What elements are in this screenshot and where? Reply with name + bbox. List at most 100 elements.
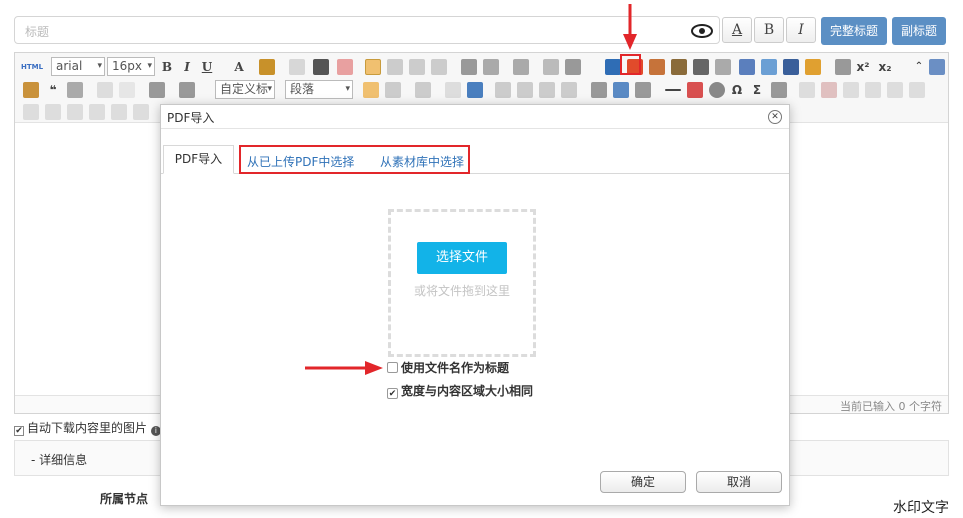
- choose-file-button[interactable]: 选择文件: [417, 242, 507, 274]
- merge-cells-icon[interactable]: [23, 104, 39, 120]
- full-width-checkbox[interactable]: ✔: [387, 388, 398, 399]
- subscript-icon[interactable]: x₂: [877, 59, 893, 75]
- unordered-list-icon[interactable]: [513, 59, 529, 75]
- ordered-list-icon[interactable]: [483, 59, 499, 75]
- full-width-option[interactable]: ✔ 宽度与内容区域大小相同: [387, 382, 533, 399]
- brush-icon[interactable]: [23, 82, 39, 98]
- table-icon[interactable]: [543, 59, 559, 75]
- title-bold-button[interactable]: B: [754, 17, 784, 43]
- rtl-icon[interactable]: [385, 82, 401, 98]
- split-cols-icon[interactable]: [133, 104, 149, 120]
- row-spacing-icon[interactable]: [565, 59, 581, 75]
- font-color-icon[interactable]: A: [231, 59, 247, 75]
- float-none-icon[interactable]: [539, 82, 555, 98]
- toolbar-row-3: [19, 102, 179, 122]
- justify-icon[interactable]: [431, 59, 447, 75]
- emotion-icon[interactable]: [805, 59, 821, 75]
- watermark-text: 水印文字: [893, 500, 949, 516]
- delete-col-icon[interactable]: [909, 82, 925, 98]
- font-family-select[interactable]: arial: [51, 57, 105, 76]
- split-rows-icon[interactable]: [111, 104, 127, 120]
- horizontal-rule-icon[interactable]: [665, 89, 681, 91]
- clear-format-icon[interactable]: [337, 59, 353, 75]
- paragraph-select[interactable]: 段落: [285, 80, 353, 99]
- title-input[interactable]: 标题: [14, 16, 720, 44]
- eraser-icon[interactable]: [289, 59, 305, 75]
- float-center-icon[interactable]: [561, 82, 577, 98]
- merge-right-icon[interactable]: [45, 104, 61, 120]
- custom-title-select[interactable]: 自定义标: [215, 80, 275, 99]
- blank-page-icon[interactable]: [119, 82, 135, 98]
- anchor-icon[interactable]: [467, 82, 483, 98]
- spacing-after-icon[interactable]: [179, 82, 195, 98]
- attachment-icon[interactable]: [739, 59, 755, 75]
- merge-down-icon[interactable]: [67, 104, 83, 120]
- word-import-icon[interactable]: [605, 59, 621, 75]
- cancel-button[interactable]: 取消: [696, 471, 782, 493]
- align-right-icon[interactable]: [409, 59, 425, 75]
- align-center-icon[interactable]: [387, 59, 403, 75]
- use-filename-checkbox[interactable]: [387, 362, 398, 373]
- search-replace-icon[interactable]: [771, 82, 787, 98]
- float-right-icon[interactable]: [517, 82, 533, 98]
- textbox-icon[interactable]: [835, 59, 851, 75]
- insert-col-icon[interactable]: [887, 82, 903, 98]
- time-icon[interactable]: [709, 82, 725, 98]
- strikethrough-icon[interactable]: [415, 82, 431, 98]
- full-width-label: 宽度与内容区域大小相同: [401, 384, 534, 398]
- file-drop-zone[interactable]: 选择文件 或将文件拖到这里: [388, 209, 536, 357]
- image-icon[interactable]: [649, 59, 665, 75]
- confirm-button[interactable]: 确定: [600, 471, 686, 493]
- float-left-icon[interactable]: [495, 82, 511, 98]
- title-placeholder: 标题: [25, 25, 50, 39]
- print-icon[interactable]: [67, 82, 83, 98]
- music-icon[interactable]: [761, 59, 777, 75]
- tab-uploaded-pdf[interactable]: 从已上传PDF中选择: [247, 153, 354, 170]
- arrow-right-annotation: [305, 361, 383, 375]
- unlink-icon[interactable]: [445, 82, 461, 98]
- html-icon[interactable]: HTML: [21, 59, 43, 75]
- italic-icon[interactable]: I: [179, 59, 195, 75]
- special-char-icon[interactable]: Ω: [729, 82, 745, 98]
- full-title-button[interactable]: 完整标题: [821, 17, 887, 45]
- align-left-icon[interactable]: [365, 59, 381, 75]
- underline-icon[interactable]: U: [199, 59, 215, 75]
- highlight-icon[interactable]: [259, 59, 275, 75]
- anchor-text-icon[interactable]: [97, 82, 113, 98]
- superscript-icon[interactable]: x²: [855, 59, 871, 75]
- page-break-icon[interactable]: [613, 82, 629, 98]
- multi-image-icon[interactable]: [671, 59, 687, 75]
- delete-table-icon[interactable]: [821, 82, 837, 98]
- formula-icon[interactable]: Σ: [749, 82, 765, 98]
- video-icon[interactable]: [783, 59, 799, 75]
- ltr-icon[interactable]: [363, 82, 379, 98]
- tabs-highlight: 从已上传PDF中选择 从素材库中选择: [239, 145, 470, 174]
- insert-row-icon[interactable]: [843, 82, 859, 98]
- subtitle-button[interactable]: 副标题: [892, 17, 946, 45]
- spacing-before-icon[interactable]: [149, 82, 165, 98]
- title-italic-button[interactable]: I: [786, 17, 816, 43]
- link-icon[interactable]: [715, 59, 731, 75]
- delete-row-icon[interactable]: [865, 82, 881, 98]
- insert-frame-icon[interactable]: [591, 82, 607, 98]
- template-icon[interactable]: [635, 82, 651, 98]
- title-font-color-button[interactable]: A: [722, 17, 752, 43]
- tab-pdf-import[interactable]: PDF导入: [163, 145, 234, 174]
- close-icon[interactable]: ✕: [768, 110, 782, 124]
- font-size-select[interactable]: 16px: [107, 57, 155, 76]
- split-cells-icon[interactable]: [89, 104, 105, 120]
- eye-icon[interactable]: [689, 20, 715, 42]
- collapse-icon[interactable]: ⌃: [911, 59, 927, 75]
- date-icon[interactable]: [687, 82, 703, 98]
- line-height-icon[interactable]: [461, 59, 477, 75]
- tab-material-library[interactable]: 从素材库中选择: [380, 153, 464, 170]
- format-painter-icon[interactable]: [313, 59, 329, 75]
- auto-download-checkbox[interactable]: ✔ 自动下载内容里的图片 i: [14, 419, 161, 436]
- qrcode-icon[interactable]: [693, 59, 709, 75]
- fullscreen-icon[interactable]: [929, 59, 945, 75]
- pdf-import-dialog: PDF导入 ✕ PDF导入 从已上传PDF中选择 从素材库中选择 选择文件 或将…: [160, 104, 790, 506]
- use-filename-option[interactable]: 使用文件名作为标题: [387, 359, 509, 376]
- insert-table-icon[interactable]: [799, 82, 815, 98]
- bold-icon[interactable]: B: [159, 59, 175, 75]
- quote-icon[interactable]: ❝: [45, 82, 61, 98]
